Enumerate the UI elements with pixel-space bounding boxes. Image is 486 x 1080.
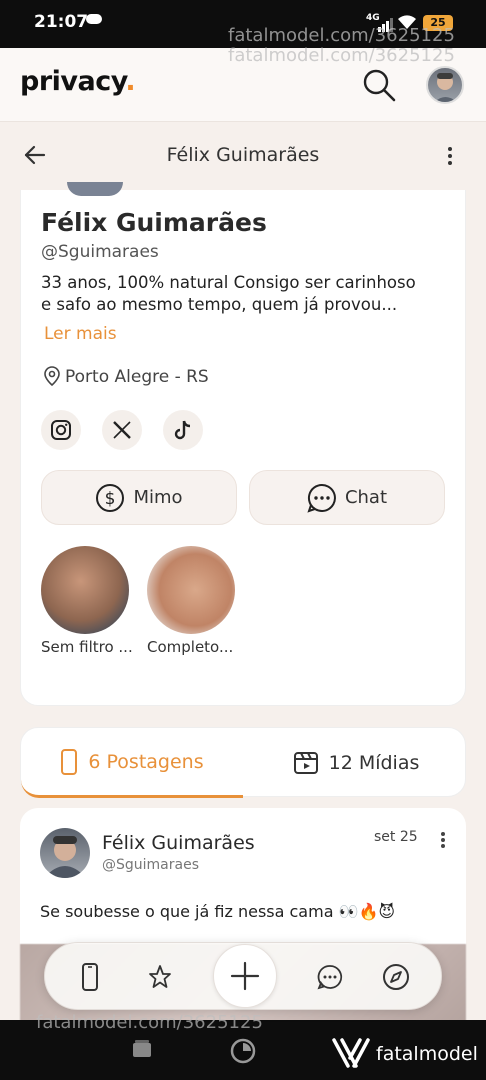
mimo-button[interactable]: $ Mimo (41, 470, 237, 525)
highlight-thumbnail[interactable] (41, 546, 129, 634)
map-pin-icon (44, 366, 60, 387)
profile-name: Félix Guimarães (41, 208, 267, 237)
chat-icon (307, 483, 336, 513)
tiktok-icon[interactable] (163, 410, 203, 450)
fatalmodel-mark-icon (332, 1038, 370, 1068)
search-icon[interactable] (362, 68, 396, 102)
bio-line: e safo ao mesmo tempo, quem já provou... (41, 295, 398, 314)
highlight-label: Completo... (147, 638, 234, 656)
phone-icon[interactable] (73, 960, 107, 994)
home-icon[interactable] (230, 1038, 256, 1064)
highlight-thumbnail[interactable] (147, 546, 235, 634)
watermark-top: fatalmodel.com/3625125 fatalmodel.com/36… (228, 26, 455, 66)
instagram-icon[interactable] (41, 410, 81, 450)
status-time: 21:07 (34, 12, 89, 32)
watermark-line: fatalmodel.com/3625125 (228, 25, 455, 46)
post-author-handle: @Sguimaraes (102, 857, 199, 873)
star-icon[interactable] (143, 960, 177, 994)
x-icon[interactable] (102, 410, 142, 450)
post-date: set 25 (374, 829, 418, 845)
watermark-line: fatalmodel.com/3625125 (228, 45, 455, 66)
user-avatar[interactable] (426, 66, 464, 104)
bio-line: 33 anos, 100% natural Consigo ser carinh… (41, 273, 416, 292)
post-author-name: Félix Guimarães (102, 832, 255, 854)
tab-posts-label: 6 Postagens (88, 750, 204, 773)
tab-media[interactable]: 12 Mídias (245, 728, 467, 798)
profile-card: Félix Guimarães @Sguimaraes 33 anos, 100… (20, 182, 466, 706)
kebab-icon[interactable] (440, 144, 460, 168)
chat-button[interactable]: Chat (249, 470, 445, 525)
watermark-bottom: fatalmodel.com/3625125 (36, 1012, 263, 1033)
read-more-link[interactable]: Ler mais (44, 324, 117, 344)
svg-text:$: $ (105, 489, 116, 509)
fatalmodel-wordmark: fatalmodel (376, 1043, 478, 1065)
cloud-icon (86, 14, 102, 24)
recents-icon[interactable] (132, 1040, 152, 1058)
tab-posts[interactable]: 6 Postagens (21, 728, 243, 798)
fatalmodel-logo: fatalmodel (332, 1038, 478, 1068)
dollar-icon: $ (96, 483, 125, 512)
phone-icon (61, 748, 78, 775)
mimo-label: Mimo (133, 487, 183, 508)
chat-label: Chat (344, 487, 388, 508)
post-text: Se soubesse o que já fiz nessa cama 👀🔥😈 (40, 902, 396, 921)
location-text: Porto Alegre - RS (65, 367, 209, 387)
kebab-icon[interactable] (436, 830, 450, 852)
chat-icon[interactable] (313, 960, 347, 994)
highlight-label: Sem filtro ... (41, 638, 133, 656)
profile-handle: @Sguimaraes (41, 242, 159, 262)
content-tabs: 6 Postagens 12 Mídias (20, 727, 467, 798)
media-icon (293, 752, 318, 774)
tab-media-label: 12 Mídias (328, 752, 420, 774)
post-avatar[interactable] (40, 828, 90, 878)
plus-icon[interactable] (213, 944, 277, 1008)
privacy-logo[interactable]: privacy. (20, 66, 136, 97)
bottom-nav (44, 942, 442, 1010)
profile-bio: 33 anos, 100% natural Consigo ser carinh… (41, 272, 451, 316)
profile-avatar[interactable] (67, 182, 123, 196)
compass-icon[interactable] (379, 960, 413, 994)
profile-header: Félix Guimarães (0, 122, 486, 190)
location: Porto Alegre - RS (43, 366, 209, 387)
logo-text: privacy (20, 66, 126, 97)
header-title: Félix Guimarães (166, 144, 320, 166)
logo-dot: . (125, 66, 136, 97)
